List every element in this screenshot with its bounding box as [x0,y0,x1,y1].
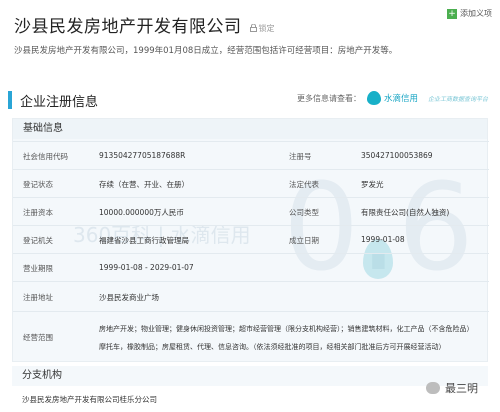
field-label: 成立日期 [289,236,319,245]
lock-label: 锁定 [258,23,275,33]
field-label: 登记机关 [23,236,53,245]
brand-link[interactable]: 水滴信用 [384,92,418,104]
more-info-label: 更多信息请查看： [296,93,361,103]
wechat-account-name: 最三明 [445,382,478,395]
field-label: 营业期限 [23,264,53,273]
title-row: 沙县民发房地产开发有限公司 锁定 [14,12,275,37]
field-value: 350427100053869 [361,151,433,160]
registration-section-header: 企业注册信息 更多信息请查看： 水滴信用 企业工商数据查询平台 [8,88,492,112]
field-label: 注册号 [289,152,312,161]
lock-icon [249,24,257,32]
field-label: 法定代表 [289,180,319,189]
basic-info-card: 基础信息 360百科 | 水滴信用 0.6 社会信用代码 91350427705… [12,118,489,363]
table-row: 登记机关 福建省沙县工商行政管理局 成立日期 1999-01-08 [13,225,489,253]
water-drop-icon [366,91,381,105]
field-value: 10000.000000万人民币 [99,208,184,217]
add-entry-label: 添加义项 [460,9,492,18]
more-info: 更多信息请查看： 水滴信用 企业工商数据查询平台 [297,91,488,105]
field-label: 登记状态 [23,180,53,189]
branch-item[interactable]: 沙县民发房地产开发有限公司桂乐分公司 [22,394,157,405]
business-scope-line: 房地产开发；物业管理；健身休闲投资管理；超市经营管理（限分支机构经营）；销售建筑… [99,325,474,333]
field-label: 经营范围 [23,333,53,342]
intro-text: 沙县民发房地产开发有限公司，1999年01月08日成立，经营范围包括许可经营项目… [14,46,398,56]
field-value: 福建省沙县工商行政管理局 [99,236,189,245]
field-label: 注册地址 [23,293,53,302]
table-row: 经营范围 房地产开发；物业管理；健身休闲投资管理；超市经营管理（限分支机构经营）… [13,311,489,363]
table-row: 注册资本 10000.000000万人民币 公司类型 有限责任公司(自然人独资) [13,197,489,225]
lock-toggle[interactable]: 锁定 [249,23,275,34]
table-row: 营业期限 1999-01-08 - 2029-01-07 [13,253,489,281]
table-row: 注册地址 沙县民发商业广场 [13,281,489,311]
field-value: 有限责任公司(自然人独资) [361,208,450,217]
field-label: 注册资本 [23,208,53,217]
wechat-account-badge: 最三明 [426,380,478,396]
section-title: 企业注册信息 [20,94,99,110]
plus-icon: + [447,8,457,19]
page-title: 沙县民发房地产开发有限公司 [14,17,242,37]
field-label: 公司类型 [289,208,319,217]
field-value: 91350427705187688R [99,151,186,160]
business-scope-line: 摩托车，橡胶制品；房屋租赁、代理、信息咨询。（依法须经批准的项目，经相关部门批准… [99,343,446,351]
field-value: 沙县民发商业广场 [99,293,159,302]
table-row: 登记状态 存续（在营、开业、在册） 法定代表 罗发光 [13,169,489,197]
card-title: 基础信息 [13,119,487,139]
field-value: 罗发光 [361,180,384,189]
field-value: 1999-01-08 - 2029-01-07 [99,263,194,272]
section-accent-bar [8,91,12,109]
add-entry-button[interactable]: + 添加义项 [447,8,492,19]
field-label: 社会信用代码 [23,152,68,161]
table-row: 社会信用代码 91350427705187688R 注册号 3504271000… [13,141,489,169]
branch-section-header: 分支机构 [12,366,488,386]
wechat-icon [426,382,440,394]
field-value: 1999-01-08 [361,235,405,244]
field-value: 存续（在营、开业、在册） [99,180,189,189]
brand-slogan: 企业工商数据查询平台 [427,95,488,103]
